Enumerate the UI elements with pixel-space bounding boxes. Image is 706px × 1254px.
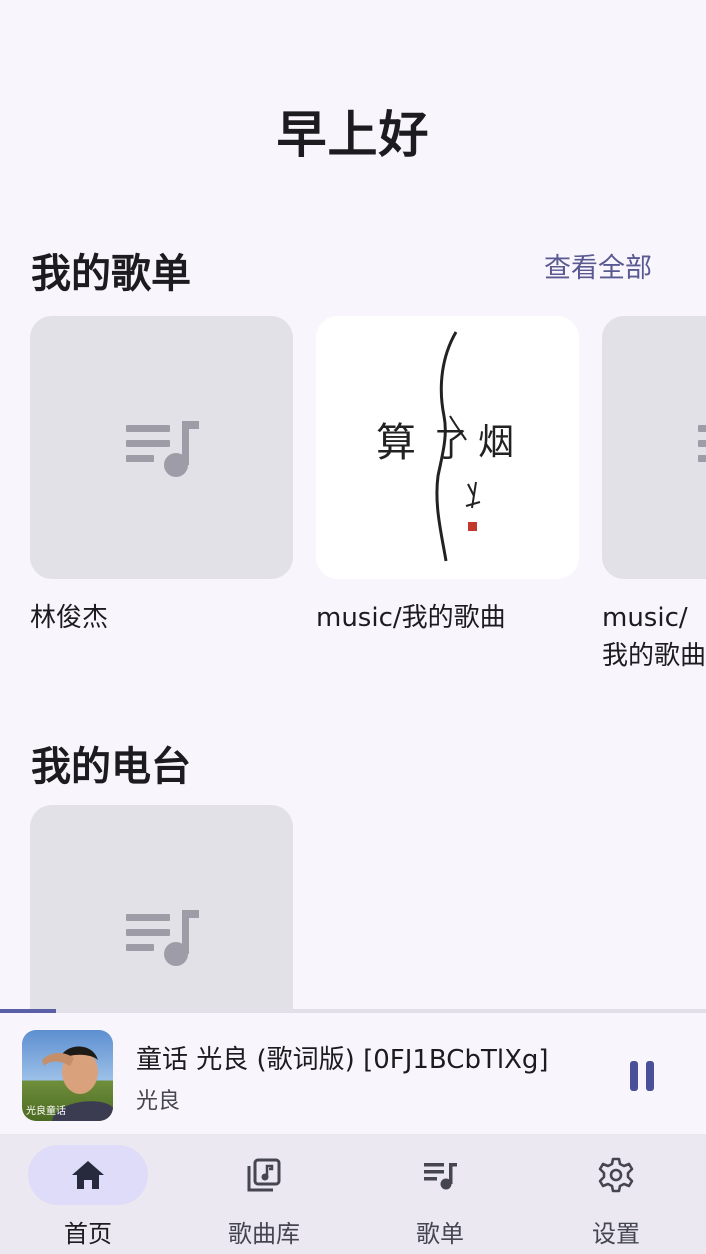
nav-settings[interactable]: 设置 [528,1134,704,1254]
radio-section-title: 我的电台 [31,744,191,790]
playlist-cover-placeholder [602,316,706,579]
pause-button[interactable] [618,1053,666,1101]
playlist-card-label: music/我的歌曲 [316,603,506,633]
playlist-cover-placeholder [30,316,293,579]
now-playing-title: 童话 光良 (歌词版) [0FJ1BCbTlXg] [136,1045,549,1075]
playlist-icon [126,910,199,966]
playlist-cover-image: 算 了 烟 [316,316,579,579]
pause-icon [630,1061,654,1091]
nav-home[interactable]: 首页 [0,1134,176,1254]
nav-label: 歌单 [416,1220,464,1248]
album-art: 光良童话 [22,1030,113,1121]
playlists-section-title: 我的歌单 [31,251,191,297]
cover-glyph: 了 [434,425,468,465]
album-art-text: 光良童话 [26,1104,66,1117]
settings-icon [598,1157,634,1193]
playlist-card[interactable]: music/我的歌曲 [602,316,706,675]
nav-label: 歌曲库 [228,1220,300,1248]
playlist-icon [698,425,706,462]
playlist-icon [424,1163,457,1190]
library-icon [247,1158,281,1192]
nav-library[interactable]: 歌曲库 [176,1134,352,1254]
playlist-icon [126,421,199,477]
nav-playlists[interactable]: 歌单 [352,1134,528,1254]
playlist-card[interactable]: 林俊杰 [30,316,293,637]
home-icon [72,1161,104,1189]
nav-label: 首页 [64,1220,112,1248]
now-playing-artist: 光良 [136,1089,181,1114]
playlist-card[interactable]: 算 了 烟 music/我的歌曲 [316,316,579,637]
bottom-navigation: 首页 歌曲库 歌单 设置 [0,1134,706,1254]
playlist-card-label: music/我的歌曲 [602,603,706,671]
home-screen: 早上好 我的歌单 查看全部 林俊杰 算 了 烟 music/我的歌曲 music… [0,0,706,1254]
greeting-title: 早上好 [276,106,430,164]
view-all-link[interactable]: 查看全部 [544,246,652,285]
playlist-card-label: 林俊杰 [30,603,109,633]
nav-label: 设置 [592,1220,640,1248]
calligraphy-artwork: 算 了 烟 [376,331,514,562]
cover-glyph: 算 [376,420,416,466]
cover-glyph: 烟 [478,422,514,463]
mini-player[interactable]: 光良童话 童话 光良 (歌词版) [0FJ1BCbTlXg] 光良 [0,1013,706,1134]
